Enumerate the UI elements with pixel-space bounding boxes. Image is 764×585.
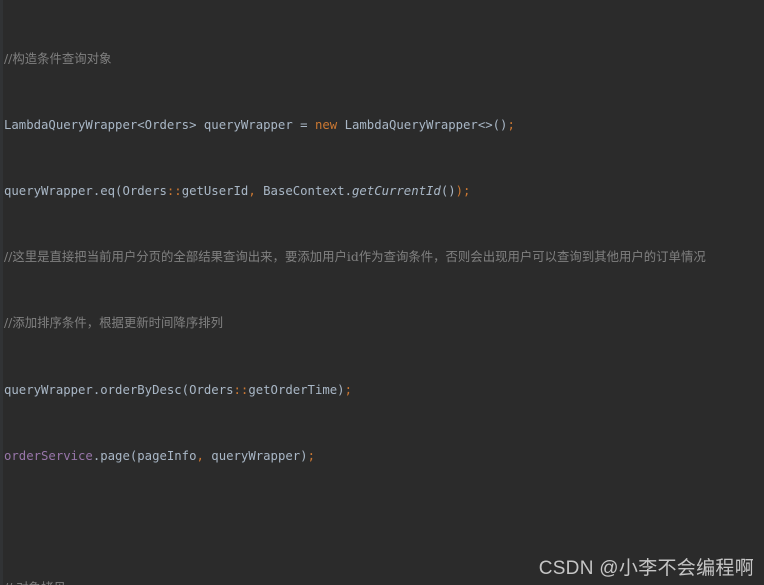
editor-gutter	[0, 0, 3, 585]
code-line: //添加排序条件，根据更新时间降序排列	[4, 315, 706, 332]
code-token-comment: //这里是直接把当前用户分页的全部结果查询出来，要添加用户id作为查询条件，否则…	[4, 249, 706, 265]
code-token-type: LambdaQueryWrapper<Orders> queryWrapper	[4, 117, 301, 132]
code-token-semicolon: ;	[507, 117, 515, 132]
code-token-field: orderService	[4, 448, 93, 463]
code-line: //构造条件查询对象	[4, 51, 706, 68]
code-token-comma: ,	[196, 448, 204, 463]
code-content[interactable]: //构造条件查询对象 LambdaQueryWrapper<Orders> qu…	[4, 1, 706, 585]
code-token-operator: =	[300, 117, 315, 132]
code-token-expr: queryWrapper.orderByDesc(Orders	[4, 382, 234, 397]
code-token-method: getUserId	[181, 184, 249, 199]
code-token-expr: queryWrapper)	[203, 448, 308, 463]
code-editor[interactable]: //构造条件查询对象 LambdaQueryWrapper<Orders> qu…	[0, 0, 764, 585]
code-token-comma: ,	[248, 184, 256, 199]
code-token-expr: .page(pageInfo	[92, 448, 197, 463]
code-token-static-method: getCurrentId	[351, 184, 441, 199]
code-token-comment: // 对象拷贝	[4, 580, 66, 585]
code-token-operator: ::	[233, 382, 249, 397]
code-token-semicolon: ;	[307, 448, 315, 463]
code-token-expr: ()	[440, 184, 456, 199]
code-line: LambdaQueryWrapper<Orders> queryWrapper …	[4, 117, 706, 134]
code-token-method: getOrderTime	[248, 382, 338, 397]
code-token-semicolon: );	[455, 184, 471, 199]
code-line: queryWrapper.eq(Orders::getUserId, BaseC…	[4, 183, 706, 200]
code-token-keyword-new: new	[314, 117, 345, 132]
code-line: orderService.page(pageInfo, queryWrapper…	[4, 448, 706, 465]
code-token-operator: ::	[166, 184, 182, 199]
code-token-expr: BaseContext.	[255, 184, 352, 199]
csdn-watermark: CSDN @小李不会编程啊	[538, 558, 754, 580]
code-line: //这里是直接把当前用户分页的全部结果查询出来，要添加用户id作为查询条件，否则…	[4, 249, 706, 266]
code-token-semicolon: ;	[344, 382, 352, 397]
code-token-type: LambdaQueryWrapper<>()	[344, 117, 508, 132]
code-line: queryWrapper.orderByDesc(Orders::getOrde…	[4, 382, 706, 399]
code-token-comment: //构造条件查询对象	[4, 50, 112, 66]
code-line: // 对象拷贝	[4, 580, 706, 585]
code-token-expr: queryWrapper.eq(Orders	[4, 184, 167, 199]
code-token-expr: )	[337, 382, 345, 397]
code-token-comment: //添加排序条件，根据更新时间降序排列	[4, 315, 223, 331]
